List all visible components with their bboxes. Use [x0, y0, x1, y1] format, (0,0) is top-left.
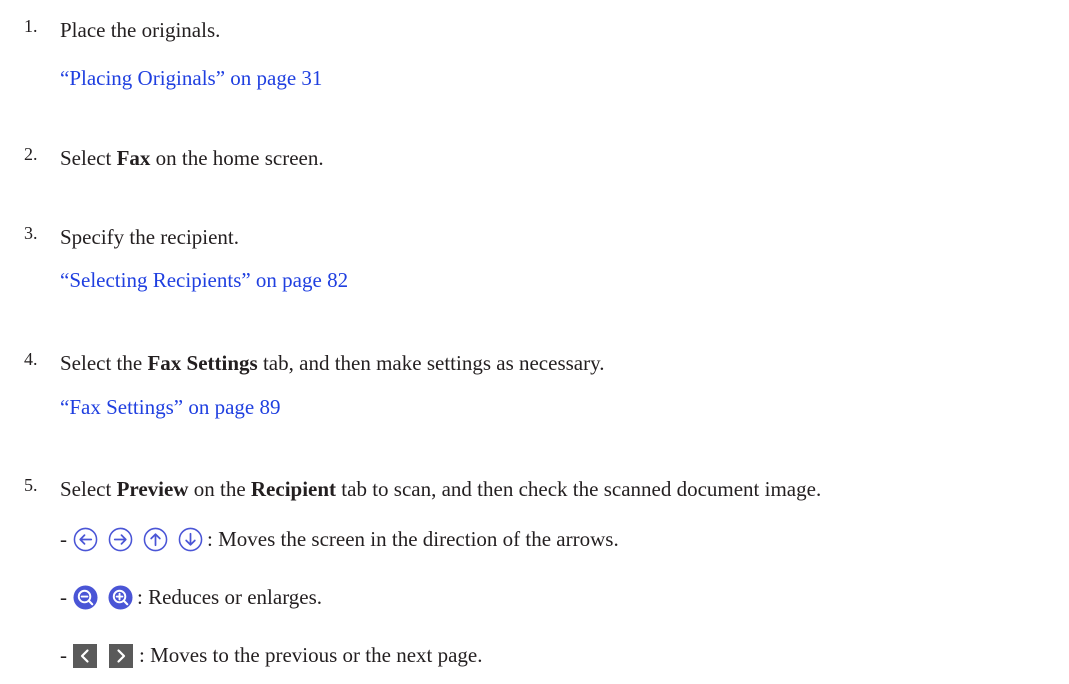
step-text: Select the Fax Settings tab, and then ma… [60, 351, 605, 375]
bullet-text: : Reduces or enlarges. [137, 585, 323, 609]
step-text: Select Fax on the home screen. [60, 146, 324, 170]
bullet-text: : Moves to the previous or the next page… [139, 643, 483, 667]
step-number: 5. [24, 475, 38, 495]
bullet-dash: - [60, 585, 67, 609]
arrow-left-circle-icon [73, 527, 98, 552]
bullet-paging: - : Moves to the previous or the next pa… [60, 643, 483, 668]
step-number: 2. [24, 144, 38, 164]
arrow-right-circle-icon [108, 527, 133, 552]
bullet-arrows: - : Moves the screen in the direction of… [60, 527, 619, 552]
step-number: 4. [24, 349, 38, 369]
link-selecting-recipients[interactable]: “Selecting Recipients” on page 82 [60, 268, 348, 293]
bullet-dash: - [60, 527, 67, 551]
link-placing-originals[interactable]: “Placing Originals” on page 31 [60, 66, 322, 91]
arrow-down-circle-icon [178, 527, 203, 552]
step-number: 1. [24, 16, 38, 36]
link-fax-settings[interactable]: “Fax Settings” on page 89 [60, 395, 280, 420]
bullet-text: : Moves the screen in the direction of t… [207, 527, 619, 551]
next-page-icon [109, 643, 133, 668]
step-number: 3. [24, 223, 38, 243]
previous-page-icon [73, 643, 97, 668]
step-text: Select Preview on the Recipient tab to s… [60, 477, 822, 501]
step-text: Specify the recipient. [60, 225, 240, 249]
bullet-dash: - [60, 643, 67, 667]
step-text: Place the originals. [60, 18, 221, 42]
arrow-up-circle-icon [143, 527, 168, 552]
zoom-in-icon [108, 585, 133, 610]
zoom-out-icon [73, 585, 98, 610]
bullet-zoom: - : Reduces or enlarges. [60, 585, 322, 610]
